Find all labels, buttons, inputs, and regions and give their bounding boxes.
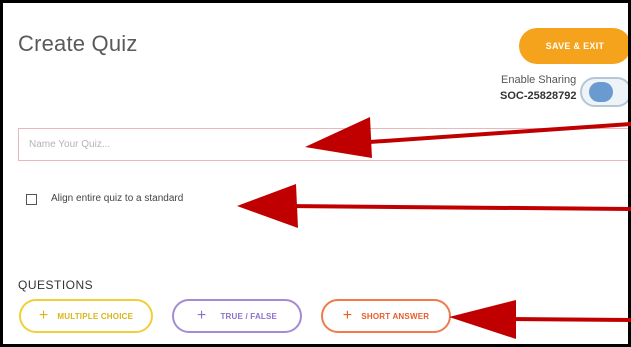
add-short-answer-button[interactable]: + SHORT ANSWER: [321, 299, 451, 333]
plus-icon: +: [38, 307, 49, 324]
questions-heading: QUESTIONS: [18, 278, 94, 292]
add-multiple-choice-button[interactable]: + MULTIPLE CHOICE: [19, 299, 153, 333]
short-answer-label: SHORT ANSWER: [361, 311, 430, 321]
multiple-choice-label: MULTIPLE CHOICE: [57, 311, 134, 321]
enable-sharing-label: Enable Sharing: [501, 74, 577, 86]
create-quiz-panel: Create Quiz SAVE & EXIT Enable Sharing S…: [3, 3, 628, 344]
plus-icon: +: [342, 307, 353, 324]
quiz-name-input[interactable]: [18, 128, 628, 161]
add-true-false-button[interactable]: + TRUE / FALSE: [172, 299, 302, 333]
align-standard-label[interactable]: Align entire quiz to a standard: [51, 193, 183, 204]
align-standard-checkbox[interactable]: [26, 194, 37, 205]
sharing-toggle[interactable]: [580, 77, 628, 107]
page-title: Create Quiz: [18, 31, 138, 56]
sharing-code: SOC-25828792: [500, 90, 577, 102]
save-and-exit-button[interactable]: SAVE & EXIT: [519, 28, 628, 64]
plus-icon: +: [196, 307, 207, 324]
true-false-label: TRUE / FALSE: [220, 311, 278, 321]
toggle-knob[interactable]: [589, 82, 613, 102]
